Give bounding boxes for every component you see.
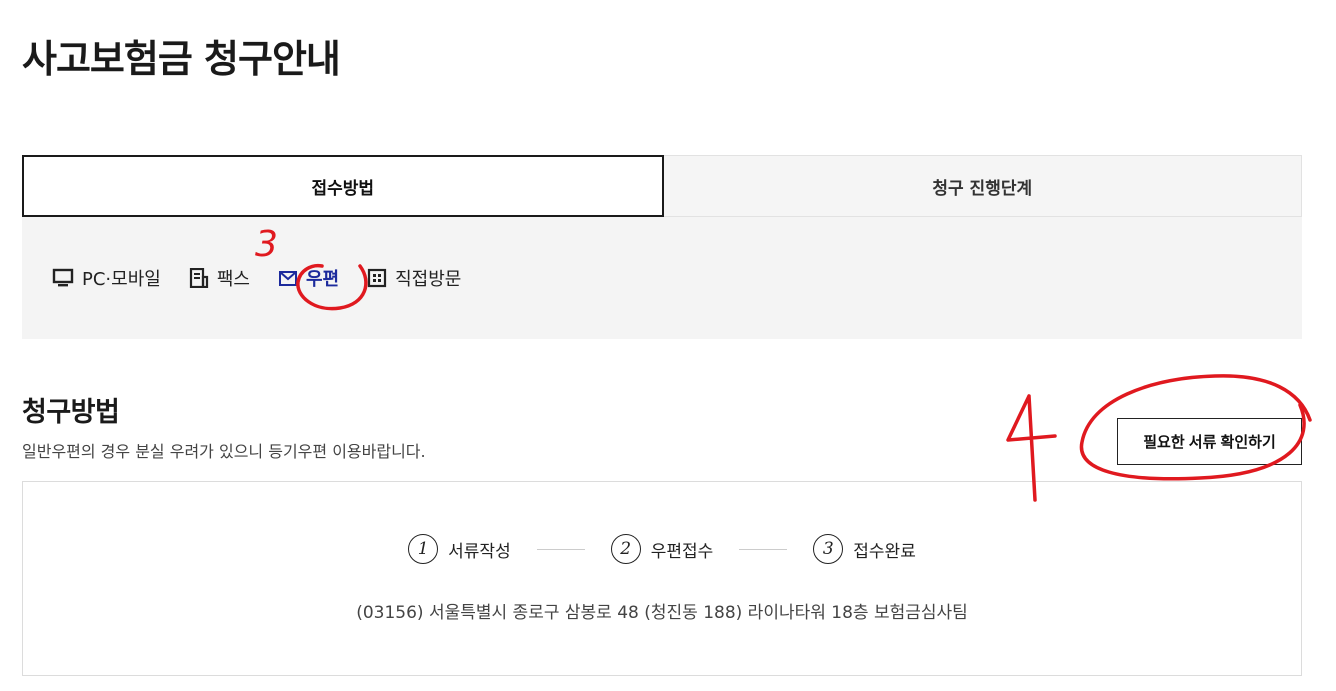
step-item: 1 서류작성 xyxy=(408,534,511,564)
monitor-icon xyxy=(52,268,74,287)
tab-reception-method[interactable]: 접수방법 xyxy=(22,155,664,217)
steps-box: 1 서류작성 2 우편접수 3 접수완료 (03156) 서울특별시 종로구 삼… xyxy=(22,481,1302,676)
section-title: 청구방법 xyxy=(22,397,120,428)
required-documents-button[interactable]: 필요한 서류 확인하기 xyxy=(1117,418,1302,465)
method-label: 팩스 xyxy=(216,269,250,290)
step-label: 우편접수 xyxy=(650,541,714,562)
mailing-address: (03156) 서울특별시 종로구 삼봉로 48 (청진동 188) 라이나타워… xyxy=(356,603,968,623)
steps: 1 서류작성 2 우편접수 3 접수완료 xyxy=(23,534,1301,564)
tab-label: 청구 진행단계 xyxy=(932,178,1033,199)
step-label: 접수완료 xyxy=(853,541,916,562)
method-panel: PC·모바일 팩스 우편 직접방문 xyxy=(22,217,1302,339)
method-label: 우편 xyxy=(305,269,340,290)
method-mail[interactable]: 우편 xyxy=(278,265,339,291)
step-item: 3 접수완료 xyxy=(813,534,916,564)
tab-claim-progress[interactable]: 청구 진행단계 xyxy=(663,155,1302,217)
section-description: 일반우편의 경우 분실 우려가 있으니 등기우편 이용바랍니다. xyxy=(22,442,426,461)
step-number: 2 xyxy=(610,534,641,564)
method-pc-mobile[interactable]: PC·모바일 xyxy=(52,265,161,291)
fax-icon xyxy=(189,268,208,288)
method-label: PC·모바일 xyxy=(82,269,161,290)
step-connector xyxy=(536,548,585,550)
building-icon xyxy=(367,268,387,288)
step-item: 2 우편접수 xyxy=(610,534,714,564)
step-number: 1 xyxy=(408,534,439,564)
method-visit[interactable]: 직접방문 xyxy=(367,265,461,291)
tab-label: 접수방법 xyxy=(311,178,375,199)
mail-icon xyxy=(278,271,297,286)
method-fax[interactable]: 팩스 xyxy=(189,265,250,291)
step-label: 서류작성 xyxy=(448,541,511,562)
tab-bar: 접수방법 청구 진행단계 xyxy=(22,155,1302,217)
step-connector xyxy=(739,548,788,550)
page-title: 사고보험금 청구안내 xyxy=(22,37,341,81)
method-label: 직접방문 xyxy=(395,269,462,290)
step-number: 3 xyxy=(813,534,844,564)
